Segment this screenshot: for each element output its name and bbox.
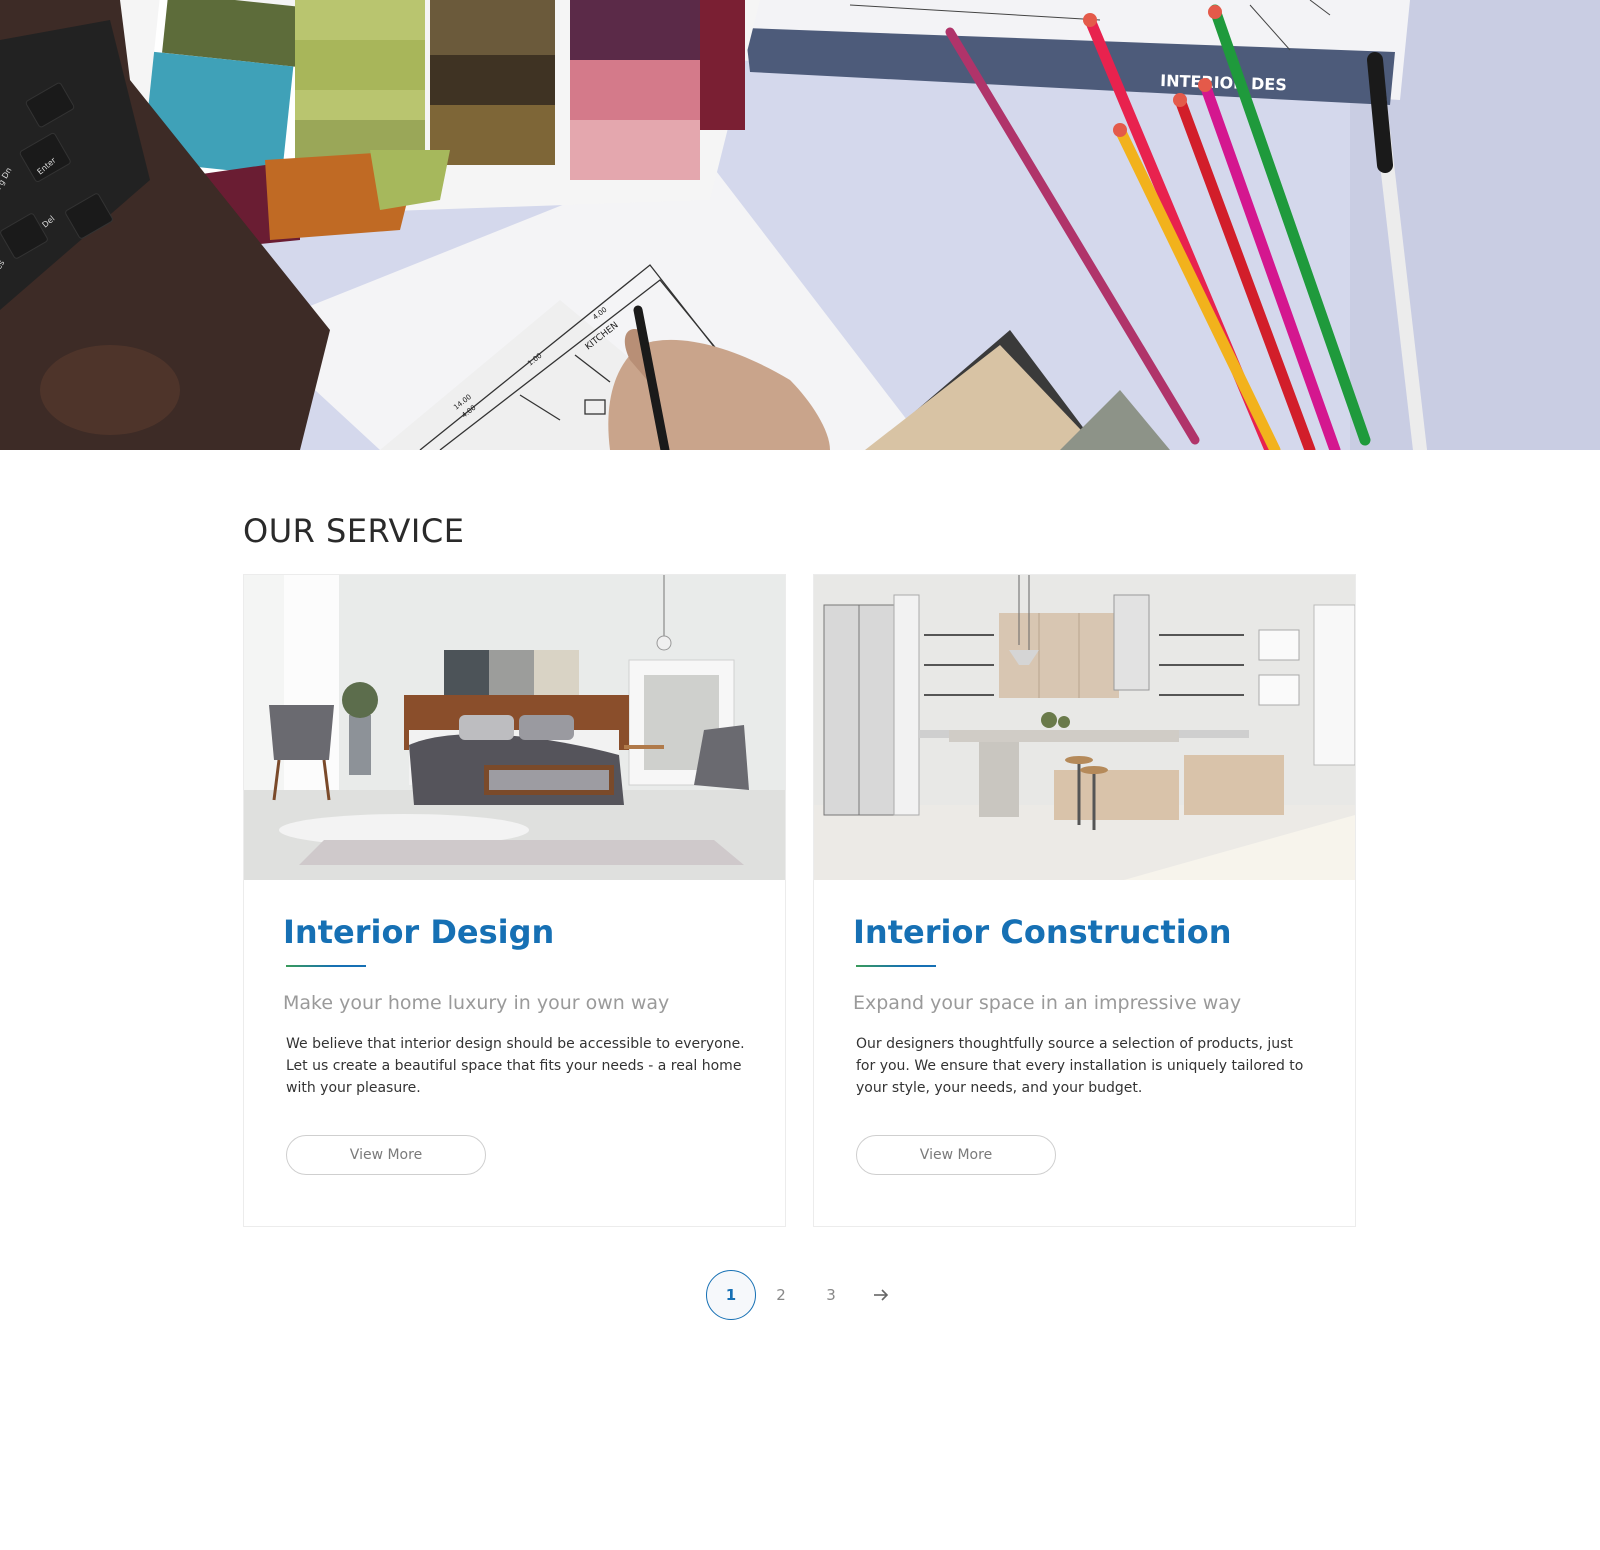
service-card-interior-construction: Interior Construction Expand your space … — [813, 574, 1356, 1227]
hero-banner: KITCHEN 4.00 1.00 14.00 4.00 INTERIOR DE… — [0, 0, 1600, 450]
card-description: We believe that interior design should b… — [286, 1036, 745, 1096]
section-title: OUR SERVICE — [243, 512, 465, 550]
page-2-button[interactable]: 2 — [756, 1270, 806, 1320]
card-subtitle: Make your home luxury in your own way — [283, 992, 670, 1014]
view-more-button[interactable]: View More — [286, 1135, 486, 1175]
card-image-kitchen — [814, 575, 1355, 880]
page-1-button[interactable]: 1 — [706, 1270, 756, 1320]
next-page-button[interactable] — [856, 1270, 906, 1320]
service-card-interior-design: Interior Design Make your home luxury in… — [243, 574, 786, 1227]
arrow-right-icon — [874, 1289, 889, 1301]
pagination: 1 2 3 — [706, 1270, 906, 1320]
title-underline — [856, 965, 936, 967]
view-more-button[interactable]: View More — [856, 1135, 1056, 1175]
card-title: Interior Construction — [853, 913, 1232, 951]
card-description: Our designers thoughtfully source a sele… — [856, 1036, 1304, 1096]
card-subtitle: Expand your space in an impressive way — [853, 992, 1242, 1014]
card-image-bedroom — [244, 575, 785, 880]
page-3-button[interactable]: 3 — [806, 1270, 856, 1320]
title-underline — [286, 965, 366, 967]
hero-illustration: KITCHEN 4.00 1.00 14.00 4.00 INTERIOR DE… — [0, 0, 1600, 450]
card-title: Interior Design — [283, 913, 555, 951]
